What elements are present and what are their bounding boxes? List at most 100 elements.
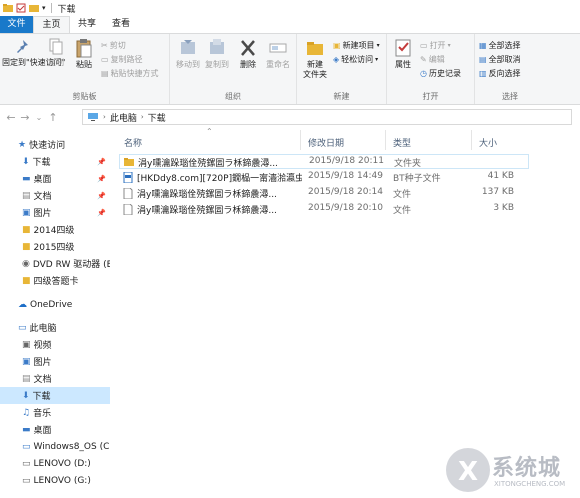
rename-button[interactable]: 重命名 (263, 38, 293, 70)
desktop-icon: ▬ (22, 424, 31, 435)
invert-selection-label: 反向选择 (488, 69, 521, 78)
copy-to-icon (210, 39, 224, 54)
nav-pc-drive-c[interactable]: ▭ Windows8_OS (C:) (0, 438, 110, 455)
select-group: ▦ 全部选择 ▤ 全部取消 ▥ 反向选择 选择 (475, 34, 545, 104)
easy-access-icon: ◈ (333, 55, 340, 64)
file-size: 3 KB (493, 203, 514, 213)
nav-item-downloads[interactable]: ⬇ 下载 📌 (0, 153, 110, 170)
column-divider[interactable] (471, 130, 472, 150)
forward-arrow-icon[interactable]: → (18, 111, 32, 124)
properties-button[interactable]: 属性 (392, 38, 414, 70)
address-bar[interactable]: › 此电脑 › 下载 (82, 109, 572, 125)
select-none-button[interactable]: ▤ 全部取消 (479, 54, 521, 65)
file-name: [HKDdy8.com][720P]鐗榀一甯濇湁瀛虫... (137, 174, 302, 184)
tab-file[interactable]: 文件 (0, 16, 33, 33)
edit-button[interactable]: ✎ 编辑 (420, 54, 445, 65)
paste-button[interactable]: 粘贴 (72, 38, 96, 70)
nav-item-answer-sheet[interactable]: ■ 四级答题卡 (0, 272, 110, 289)
checkbox-icon[interactable] (16, 3, 26, 13)
column-header-type[interactable]: 类型 (393, 136, 411, 149)
pictures-icon: ▣ (22, 356, 31, 367)
pin-quick-access-button[interactable]: 固定到"快速访问" (2, 38, 65, 68)
move-to-button[interactable]: 移动到 (174, 38, 202, 70)
nav-item-label: 图片 (33, 209, 52, 219)
dvd-drive-icon: ◉ (22, 258, 30, 269)
up-arrow-icon[interactable]: ↑ (46, 111, 60, 124)
new-item-button[interactable]: ▣ 新建项目 ▾ (333, 40, 380, 51)
invert-selection-button[interactable]: ▥ 反向选择 (479, 68, 521, 79)
open-icon: ▭ (420, 41, 428, 50)
nav-item-label: 2015四级 (33, 243, 75, 253)
file-type: 文件夹 (394, 159, 422, 169)
nav-item-2014[interactable]: ■ 2014四级 (0, 221, 110, 238)
delete-button[interactable]: 删除 (237, 38, 259, 70)
nav-onedrive[interactable]: ☁ OneDrive (0, 296, 110, 313)
nav-item-documents[interactable]: ▤ 文档 📌 (0, 187, 110, 204)
tab-home[interactable]: 主页 (33, 16, 70, 33)
select-all-label: 全部选择 (488, 41, 521, 50)
pin-icon (17, 40, 28, 53)
file-row[interactable]: 涓у嚑瀹跺瑙佺殑鏍囩ラ柇鍗曟潯... 2015/9/18 20:10 文件 3 … (119, 202, 529, 217)
tab-share[interactable]: 共享 (70, 16, 104, 33)
select-all-icon: ▦ (479, 41, 487, 50)
column-header-date[interactable]: 修改日期 (308, 136, 344, 149)
column-header-size[interactable]: 大小 (479, 136, 497, 149)
organize-group: 移动到 复制到 删除 重命名 组织 (170, 34, 297, 104)
nav-pc-drive-g[interactable]: ▭ LENOVO (G:) (0, 472, 110, 489)
back-arrow-icon[interactable]: ← (4, 111, 18, 124)
new-item-dropdown-icon: ▾ (376, 42, 380, 49)
file-name: 涓у嚑瀹跺瑙佺殑鏍囩ラ柇鍗曟潯... (137, 206, 277, 216)
nav-pc-videos[interactable]: ▣ 视频 (0, 336, 110, 353)
easy-access-button[interactable]: ◈ 轻松访问 ▾ (333, 54, 378, 65)
paste-icon (76, 39, 92, 58)
nav-item-dvd[interactable]: ◉ DVD RW 驱动器 (E: (0, 255, 110, 272)
paste-shortcut-button[interactable]: ▤ 粘贴快捷方式 (101, 68, 159, 79)
copy-path-button[interactable]: ▭ 复制路径 (101, 54, 143, 65)
file-row[interactable]: [HKDdy8.com][720P]鐗榀一甯濇湁瀛虫... 2015/9/18 … (119, 170, 529, 185)
file-date: 2015/9/18 14:49 (308, 171, 383, 181)
new-folder-button[interactable]: 新建 文件夹 (300, 38, 330, 80)
breadcrumb-separator-icon: › (103, 113, 106, 121)
cut-button[interactable]: ✂ 剪切 (101, 40, 126, 51)
file-row[interactable]: 涓у嚑瀹跺瑙佺殑鏍囩ラ柇鍗曟潯... 2015/9/18 20:14 文件 13… (119, 186, 529, 201)
history-button[interactable]: ◷ 历史记录 (420, 68, 461, 79)
delete-icon (241, 40, 255, 56)
file-row[interactable]: 涓у嚑瀹跺瑙佺殑鏍囩ラ柇鍗曟潯... 2015/9/18 20:11 文件夹 (119, 154, 529, 169)
file-date: 2015/9/18 20:14 (308, 187, 383, 197)
nav-pc-music[interactable]: ♫ 音乐 (0, 404, 110, 421)
navigation-pane: ★ 快速访问 ⬇ 下载 📌 ▬ 桌面 📌 ▤ 文档 📌 ▣ 图片 📌 ■ 201… (0, 130, 110, 498)
column-divider[interactable] (300, 130, 301, 150)
watermark: X 系统城 XITONGCHENG.COM (440, 440, 580, 498)
nav-quick-access[interactable]: ★ 快速访问 (0, 136, 110, 153)
breadcrumb-downloads[interactable]: 下载 (148, 111, 166, 124)
nav-pc-pictures[interactable]: ▣ 图片 (0, 353, 110, 370)
file-name: 涓у嚑瀹跺瑙佺殑鏍囩ラ柇鍗曟潯... (138, 159, 278, 169)
breadcrumb-this-pc[interactable]: 此电脑 (110, 111, 137, 124)
folder-icon: ■ (22, 224, 31, 235)
new-folder-quick-icon[interactable] (29, 3, 39, 13)
nav-pc-downloads[interactable]: ⬇ 下载 (0, 387, 110, 404)
column-divider[interactable] (385, 130, 386, 150)
nav-item-desktop[interactable]: ▬ 桌面 📌 (0, 170, 110, 187)
recent-dropdown-icon[interactable]: ⌄ (32, 113, 46, 122)
nav-this-pc[interactable]: ▭ 此电脑 (0, 319, 110, 336)
history-icon: ◷ (420, 69, 427, 78)
new-item-icon: ▣ (333, 41, 341, 50)
nav-item-2015[interactable]: ■ 2015四级 (0, 238, 110, 255)
nav-pc-drive-d[interactable]: ▭ LENOVO (D:) (0, 455, 110, 472)
videos-icon: ▣ (22, 339, 31, 350)
column-header-name[interactable]: 名称 (124, 136, 142, 149)
open-button[interactable]: ▭ 打开 ▾ (420, 40, 451, 51)
star-icon: ★ (18, 139, 27, 150)
nav-pc-desktop[interactable]: ▬ 桌面 (0, 421, 110, 438)
quick-access-dropdown-icon[interactable]: ▾ (42, 4, 46, 12)
nav-item-pictures[interactable]: ▣ 图片 📌 (0, 204, 110, 221)
tab-view[interactable]: 查看 (104, 16, 138, 33)
sort-chevron-up-icon: ⌃ (206, 127, 213, 136)
nav-item-label: 四级答题卡 (33, 277, 79, 287)
delete-label: 删除 (240, 60, 256, 69)
select-all-button[interactable]: ▦ 全部选择 (479, 40, 521, 51)
copy-button[interactable]: 复制 (45, 38, 67, 68)
copy-to-button[interactable]: 复制到 (203, 38, 231, 70)
nav-pc-documents[interactable]: ▤ 文档 (0, 370, 110, 387)
